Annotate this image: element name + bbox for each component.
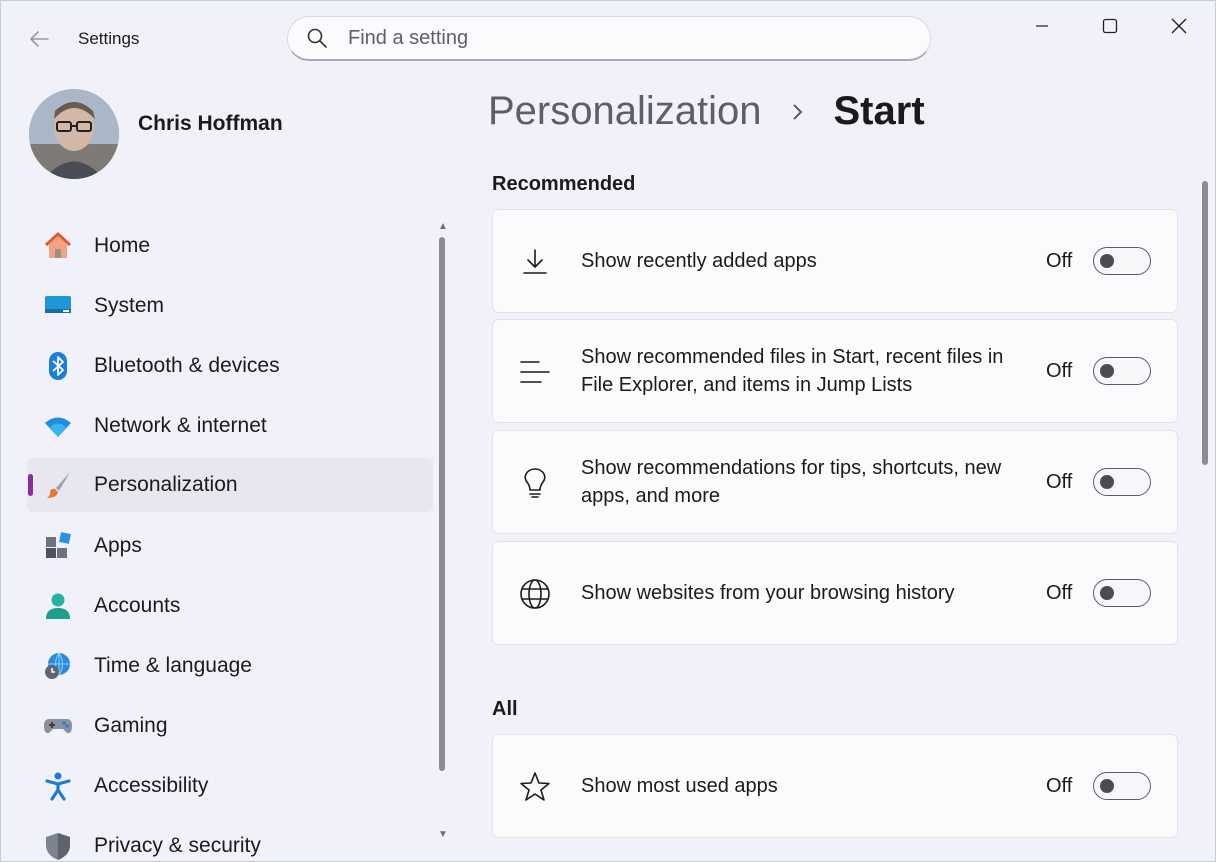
back-arrow-icon <box>30 31 49 47</box>
globe-clock-icon <box>43 651 73 681</box>
toggle-switch[interactable] <box>1093 468 1151 496</box>
toggle-switch[interactable] <box>1093 247 1151 275</box>
paintbrush-icon <box>43 470 73 500</box>
toggle-knob <box>1100 364 1114 378</box>
toggle-state-text: Off <box>1046 470 1073 493</box>
sidebar-item-apps[interactable]: Apps <box>27 519 433 573</box>
toggle-knob <box>1100 475 1114 489</box>
sidebar-item-label: Personalization <box>94 473 238 496</box>
main-scroll-thumb[interactable] <box>1202 181 1208 465</box>
setting-label: Show most used apps <box>581 775 778 797</box>
sidebar-item-personalization[interactable]: Personalization <box>27 458 433 512</box>
setting-label: Show recommended files in Start, recent … <box>581 346 1004 396</box>
star-icon <box>519 771 551 803</box>
minimize-button[interactable] <box>1019 9 1065 43</box>
apps-icon <box>43 531 73 561</box>
accessibility-icon <box>43 771 73 801</box>
setting-card-recently-added-apps[interactable]: Show recently added apps Off <box>492 209 1178 313</box>
toggle-switch[interactable] <box>1093 357 1151 385</box>
scroll-down-arrow-icon[interactable]: ▼ <box>437 829 449 840</box>
setting-label: Show websites from your browsing history <box>581 582 955 604</box>
minimize-icon <box>1036 25 1048 27</box>
search-input[interactable] <box>346 25 890 51</box>
sidebar-scroll-thumb[interactable] <box>439 237 445 771</box>
maximize-icon <box>1102 18 1118 34</box>
sidebar-item-label: Network & internet <box>94 414 267 437</box>
sidebar-item-bluetooth[interactable]: Bluetooth & devices <box>27 339 433 393</box>
sidebar-item-label: Gaming <box>94 714 168 737</box>
window-title: Settings <box>78 29 140 48</box>
system-display-icon <box>43 291 73 321</box>
toggle-switch[interactable] <box>1093 772 1151 800</box>
sidebar-nav: Home System Bluetooth & devices Network … <box>27 217 433 861</box>
toggle-knob <box>1100 254 1114 268</box>
sidebar-item-accessibility[interactable]: Accessibility <box>27 759 433 813</box>
sidebar-item-system[interactable]: System <box>27 279 433 333</box>
selection-indicator <box>28 474 33 496</box>
back-button[interactable] <box>25 25 53 53</box>
toggle-state-text: Off <box>1046 774 1073 797</box>
gamepad-icon <box>43 711 73 741</box>
download-icon <box>519 246 551 278</box>
sidebar-item-network[interactable]: Network & internet <box>27 399 433 453</box>
setting-card-recommendations-tips[interactable]: Show recommendations for tips, shortcuts… <box>492 430 1178 534</box>
breadcrumb-parent[interactable]: Personalization <box>488 89 762 134</box>
toggle-state-text: Off <box>1046 249 1073 272</box>
toggle-knob <box>1100 586 1114 600</box>
list-lines-icon <box>519 356 551 388</box>
sidebar-scrollbar[interactable]: ▲ ▼ <box>437 219 449 845</box>
section-heading-all: All <box>492 698 518 720</box>
maximize-button[interactable] <box>1087 9 1133 43</box>
bluetooth-icon <box>43 351 73 381</box>
sidebar-item-label: Bluetooth & devices <box>94 354 280 377</box>
toggle-switch[interactable] <box>1093 579 1151 607</box>
setting-card-browsing-history[interactable]: Show websites from your browsing history… <box>492 541 1178 645</box>
chevron-right-icon <box>792 102 804 122</box>
search-icon <box>306 27 328 49</box>
globe-icon <box>519 578 551 610</box>
section-heading-recommended: Recommended <box>492 173 636 195</box>
sidebar-item-accounts[interactable]: Accounts <box>27 579 433 633</box>
home-icon <box>43 231 73 261</box>
page-title: Start <box>833 89 925 133</box>
close-button[interactable] <box>1156 9 1202 43</box>
setting-label: Show recommendations for tips, shortcuts… <box>581 457 1002 507</box>
toggle-state-text: Off <box>1046 581 1073 604</box>
close-icon <box>1171 18 1187 34</box>
breadcrumb: Personalization Start <box>488 89 925 134</box>
sidebar-item-label: Accessibility <box>94 774 209 797</box>
avatar[interactable] <box>29 89 119 179</box>
sidebar-item-privacy-security[interactable]: Privacy & security <box>27 819 433 861</box>
settings-window: Settings Chris Hoffman <box>0 0 1216 862</box>
toggle-knob <box>1100 779 1114 793</box>
sidebar-item-gaming[interactable]: Gaming <box>27 699 433 753</box>
search-box[interactable] <box>287 16 931 61</box>
sidebar-item-label: Privacy & security <box>94 834 261 857</box>
setting-card-recommended-files[interactable]: Show recommended files in Start, recent … <box>492 319 1178 423</box>
setting-label: Show recently added apps <box>581 250 817 272</box>
shield-icon <box>43 831 73 861</box>
wifi-icon <box>43 411 73 441</box>
sidebar-item-label: System <box>94 294 165 317</box>
person-icon <box>43 591 73 621</box>
setting-card-most-used-apps[interactable]: Show most used apps Off <box>492 734 1178 838</box>
toggle-state-text: Off <box>1046 359 1073 382</box>
sidebar-item-label: Apps <box>94 534 142 557</box>
sidebar-item-time-language[interactable]: Time & language <box>27 639 433 693</box>
sidebar-item-home[interactable]: Home <box>27 219 433 273</box>
lightbulb-icon <box>519 467 551 499</box>
main-scrollbar[interactable] <box>1199 161 1211 861</box>
sidebar-item-label: Accounts <box>94 594 181 617</box>
user-name: Chris Hoffman <box>138 112 283 135</box>
sidebar-item-label: Home <box>94 234 151 257</box>
sidebar-item-label: Time & language <box>94 654 252 677</box>
scroll-up-arrow-icon[interactable]: ▲ <box>437 221 449 232</box>
